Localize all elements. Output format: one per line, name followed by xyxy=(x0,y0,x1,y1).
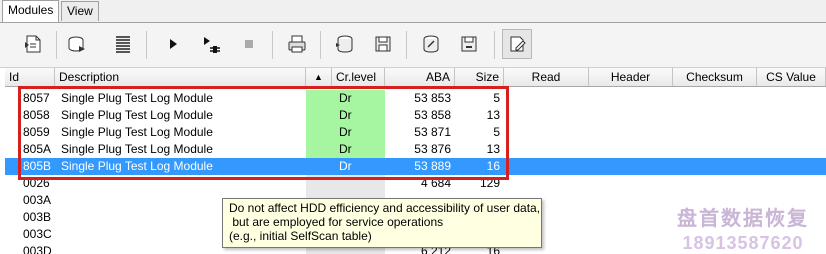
table-row[interactable]: 8059 Single Plug Test Log Module Dr 53 8… xyxy=(5,124,826,141)
toolbar-separator xyxy=(146,31,147,59)
cell-id: 805A xyxy=(23,142,52,156)
column-header-header[interactable]: Header xyxy=(589,68,673,86)
cell-cr-level xyxy=(306,175,385,192)
cell-cr-level: Dr xyxy=(306,107,385,124)
module-write-button[interactable] xyxy=(62,29,92,59)
grid-header: Id Description ▲ Cr.level ABA Size Read … xyxy=(5,68,826,87)
column-aba-header[interactable]: ABA xyxy=(385,68,455,86)
cell-size: 129 xyxy=(479,176,500,190)
tooltip: Do not affect HDD efficiency and accessi… xyxy=(222,198,542,248)
cell-id: 8058 xyxy=(23,108,50,122)
cell-id: 0026 xyxy=(23,176,50,190)
tab-modules[interactable]: Modules xyxy=(2,0,60,22)
cell-size: 13 xyxy=(486,142,500,156)
play-icon xyxy=(170,39,177,49)
edit-page-button[interactable] xyxy=(502,29,532,59)
module-write-icon xyxy=(68,36,85,52)
table-row[interactable]: 8057 Single Plug Test Log Module Dr 53 8… xyxy=(5,90,826,107)
tooltip-line: but are employed for service operations xyxy=(229,215,444,229)
play-button[interactable] xyxy=(158,29,188,59)
stop-icon xyxy=(245,40,253,48)
table-row[interactable]: 0026 4 684 129 xyxy=(5,175,826,192)
column-description-header[interactable]: Description xyxy=(55,68,306,86)
sort-ascending-icon[interactable]: ▲ xyxy=(306,68,332,86)
cell-aba: 53 871 xyxy=(414,125,451,139)
edit-page-icon xyxy=(510,36,526,52)
table-row-selected[interactable]: 805B Single Plug Test Log Module Dr 53 8… xyxy=(5,158,826,175)
tooltip-line: Do not affect HDD efficiency and accessi… xyxy=(229,201,541,215)
module-list-button[interactable] xyxy=(108,29,138,59)
watermark-title: 盘首数据恢复 xyxy=(677,206,809,230)
watermark: 盘首数据恢复 18913587620 xyxy=(660,202,826,254)
table-row[interactable]: 8058 Single Plug Test Log Module Dr 53 8… xyxy=(5,107,826,124)
cell-cr-level: Dr xyxy=(306,124,385,141)
cell-aba: 53 853 xyxy=(414,91,451,105)
toolbar-separator xyxy=(406,31,407,59)
disk-read-button[interactable] xyxy=(330,29,360,59)
module-read-button[interactable] xyxy=(18,29,48,59)
column-cs-value-header[interactable]: CS Value xyxy=(757,68,826,86)
cell-cr-level: Dr xyxy=(306,90,385,107)
cell-id: 003C xyxy=(23,227,52,241)
cell-id: 805B xyxy=(23,159,52,173)
step-icon xyxy=(204,37,220,53)
tab-view[interactable]: View xyxy=(61,1,99,21)
cell-aba: 4 684 xyxy=(420,176,451,190)
disk-save-alt-icon xyxy=(461,36,477,52)
cell-description xyxy=(57,175,306,192)
cell-cr-level: Dr xyxy=(339,159,352,173)
column-read-header[interactable]: Read xyxy=(504,68,589,86)
module-list-icon xyxy=(116,36,130,53)
cell-size: 5 xyxy=(493,125,500,139)
column-cr-level-header[interactable]: Cr.level xyxy=(332,68,385,86)
cell-size: 13 xyxy=(486,108,500,122)
cell-description: Single Plug Test Log Module xyxy=(61,91,213,105)
print-button[interactable] xyxy=(282,29,312,59)
column-id-header[interactable]: Id xyxy=(5,68,55,86)
cell-aba: 53 858 xyxy=(414,108,451,122)
watermark-phone: 18913587620 xyxy=(682,233,804,253)
toolbar-separator xyxy=(494,31,495,59)
disk-save-button[interactable] xyxy=(368,29,398,59)
cell-description: Single Plug Test Log Module xyxy=(61,159,213,173)
disk-save-icon xyxy=(375,36,391,52)
disk-save-alt-button[interactable] xyxy=(454,29,484,59)
cell-description: Single Plug Test Log Module xyxy=(61,142,213,156)
cell-description: Single Plug Test Log Module xyxy=(61,108,213,122)
cell-size: 16 xyxy=(486,159,500,173)
stop-button[interactable] xyxy=(234,29,264,59)
toolbar-separator xyxy=(320,31,321,59)
cell-description: Single Plug Test Log Module xyxy=(61,125,213,139)
column-checksum-header[interactable]: Checksum xyxy=(673,68,757,86)
cell-id: 003A xyxy=(23,193,52,207)
disk-tool-icon xyxy=(423,35,439,53)
step-button[interactable] xyxy=(196,29,226,59)
tooltip-line: (e.g., initial SelfScan table) xyxy=(229,229,372,243)
cell-id: 8057 xyxy=(23,91,50,105)
module-read-icon xyxy=(25,35,41,53)
table-row[interactable]: 805A Single Plug Test Log Module Dr 53 8… xyxy=(5,141,826,158)
cell-id: 003D xyxy=(23,244,52,254)
cell-id: 003B xyxy=(23,210,52,224)
print-icon xyxy=(288,35,306,53)
tab-bar: Modules View xyxy=(0,0,826,23)
toolbar xyxy=(0,23,826,68)
cell-id: 8059 xyxy=(23,125,50,139)
toolbar-separator xyxy=(272,31,273,59)
cell-cr-level: Dr xyxy=(306,141,385,158)
column-size-header[interactable]: Size xyxy=(455,68,504,86)
disk-read-icon xyxy=(336,35,353,53)
cell-size: 5 xyxy=(493,91,500,105)
cell-aba: 53 889 xyxy=(414,159,451,173)
cell-aba: 53 876 xyxy=(414,142,451,156)
disk-tool-button[interactable] xyxy=(416,29,446,59)
toolbar-separator xyxy=(56,31,57,59)
